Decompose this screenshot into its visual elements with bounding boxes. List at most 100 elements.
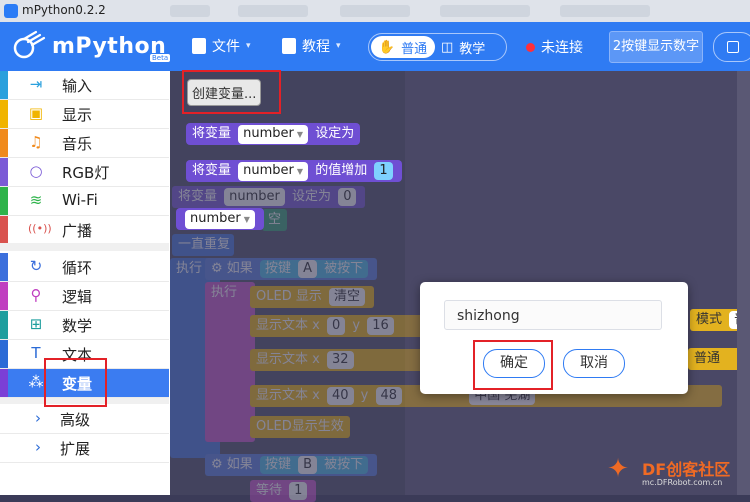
sidebar-item-label: 输入 xyxy=(62,77,93,95)
dfrobot-logo-icon: ✦ xyxy=(607,454,629,484)
wait-block[interactable]: 等待 1 xyxy=(250,480,317,502)
block-text: 等待 xyxy=(256,483,283,498)
clear-dropdown[interactable]: 清空 xyxy=(328,288,365,306)
run-icon xyxy=(727,41,739,53)
sidebar-item-music[interactable]: ♫ 音乐 xyxy=(0,129,169,158)
var-dropdown[interactable]: number xyxy=(224,188,285,206)
button-dropdown[interactable]: B xyxy=(298,456,318,474)
mode-teaching-button[interactable]: ◫ 教学 xyxy=(441,38,485,57)
category-color-bar xyxy=(0,129,8,157)
block-text: OLED显示生效 xyxy=(256,419,344,434)
sidebar-item-label: 循环 xyxy=(62,259,93,277)
category-color-bar xyxy=(0,71,8,99)
sidebar-divider xyxy=(0,243,169,251)
status-dot-icon xyxy=(526,42,535,52)
category-color-bar xyxy=(0,311,8,339)
block-text: 一直重复 xyxy=(178,237,231,252)
sidebar-item-input[interactable]: ⇥ 输入 xyxy=(0,71,169,100)
workspace-set-var-block[interactable]: 将变量 number 设定为 0 xyxy=(172,186,366,208)
block-text: y xyxy=(352,318,361,333)
x-input[interactable]: 40 xyxy=(326,387,354,405)
change-variable-block[interactable]: 将变量 number ▼ 的值增加 1 xyxy=(186,160,402,182)
program-select[interactable]: 2按键显示数字 xyxy=(609,31,703,63)
background-tab xyxy=(238,5,308,17)
workspace-scrollbar[interactable] xyxy=(737,71,750,495)
button-condition[interactable]: 按键 A 被按下 xyxy=(259,260,369,278)
variable-dropdown[interactable]: number ▼ xyxy=(238,162,309,181)
sidebar-item-display[interactable]: ▣ 显示 xyxy=(0,100,169,129)
block-text: 的值增加 xyxy=(315,163,368,178)
oled-effect-block[interactable]: OLED显示生效 xyxy=(250,416,350,438)
background-tab xyxy=(560,5,650,17)
mode-normal-button[interactable]: ✋ 普通 xyxy=(371,36,435,58)
button-condition[interactable]: 按键 B 被按下 xyxy=(259,456,369,474)
block-text: y xyxy=(360,388,369,403)
file-icon xyxy=(192,38,206,54)
category-color-bar xyxy=(0,187,8,215)
gear-icon: ⚙ xyxy=(211,457,223,472)
music-icon: ♫ xyxy=(29,133,43,151)
if-block-a[interactable]: ⚙ 如果 按键 A 被按下 xyxy=(205,258,378,280)
sidebar-item-advanced[interactable]: › 高级 xyxy=(0,405,169,434)
cancel-button[interactable]: 取消 xyxy=(563,349,625,378)
app-toolbar: mPython Beta 文件 ▾ 教程 ▾ ✋ 普通 ◫ 教学 未连接 2按键… xyxy=(0,22,750,71)
math-icon: ⊞ xyxy=(29,315,43,333)
block-text: 显示文本 x xyxy=(256,318,320,333)
empty-value-block[interactable]: 空 xyxy=(262,209,288,231)
category-color-bar xyxy=(0,100,8,128)
var-name: number xyxy=(243,163,294,178)
if-body: 执行 xyxy=(205,282,255,442)
app-icon xyxy=(4,4,18,18)
run-button[interactable] xyxy=(713,32,750,62)
variable-dropdown[interactable]: number ▼ xyxy=(185,210,255,229)
mpython-logo-icon xyxy=(13,30,46,59)
connection-status[interactable]: 未连接 xyxy=(526,37,583,57)
button-dropdown[interactable]: A xyxy=(298,260,318,278)
create-variable-dialog: shizhong 确定 取消 xyxy=(420,282,688,394)
sidebar-item-broadcast[interactable]: ((•)) 广播 xyxy=(0,216,169,245)
file-menu-label: 文件 xyxy=(212,39,240,55)
oled-clear-block[interactable]: OLED 显示 清空 xyxy=(250,286,374,308)
display-icon: ▣ xyxy=(28,104,44,122)
block-text: 将变量 xyxy=(178,189,218,204)
sidebar-item-label: 音乐 xyxy=(62,135,93,153)
sidebar-item-label: 逻辑 xyxy=(62,288,93,306)
number-input[interactable]: 1 xyxy=(374,162,393,180)
block-text: OLED 显示 xyxy=(256,289,322,304)
block-text: 如果 xyxy=(226,261,253,276)
wait-input[interactable]: 1 xyxy=(289,482,308,500)
wifi-icon: ≋ xyxy=(29,191,43,209)
sidebar-item-logic[interactable]: ⚲ 逻辑 xyxy=(0,282,169,311)
sidebar-item-extensions[interactable]: › 扩展 xyxy=(0,434,169,463)
y-input[interactable]: 48 xyxy=(375,387,403,405)
chevron-down-icon: ▼ xyxy=(296,130,304,139)
category-sidebar: ⇥ 输入 ▣ 显示 ♫ 音乐 ○ RGB灯 ≋ Wi-Fi ((•)) 广播 ↻… xyxy=(0,71,171,495)
sidebar-item-rgb[interactable]: ○ RGB灯 xyxy=(0,158,169,187)
x-input[interactable]: 0 xyxy=(326,317,346,335)
mode-toggle[interactable]: ✋ 普通 ◫ 教学 xyxy=(368,33,507,61)
category-color-bar xyxy=(0,216,8,244)
highlight-box xyxy=(44,358,107,407)
tutorial-menu-label: 教程 xyxy=(302,39,330,55)
file-menu[interactable]: 文件 ▾ xyxy=(192,36,251,56)
if-block-b[interactable]: ⚙ 如果 按键 B 被按下 xyxy=(205,454,378,476)
variable-name-input[interactable]: shizhong xyxy=(444,300,662,330)
book-icon: ◫ xyxy=(441,40,454,55)
chevron-down-icon: ▼ xyxy=(243,215,250,224)
sidebar-item-label: 显示 xyxy=(62,106,93,124)
tutorial-menu[interactable]: 教程 ▾ xyxy=(282,36,341,56)
variable-dropdown[interactable]: number ▼ xyxy=(238,125,309,144)
category-color-bar xyxy=(0,340,8,368)
variable-getter-block[interactable]: number ▼ xyxy=(176,208,264,230)
x-input[interactable]: 32 xyxy=(326,351,354,369)
y-input[interactable]: 16 xyxy=(367,317,394,335)
beta-badge: Beta xyxy=(150,54,171,62)
sidebar-item-label: 扩展 xyxy=(60,440,91,458)
number-input[interactable]: 0 xyxy=(338,188,357,206)
forever-block[interactable]: 一直重复 xyxy=(172,234,234,256)
set-variable-block[interactable]: 将变量 number ▼ 设定为 xyxy=(186,123,361,145)
sidebar-item-math[interactable]: ⊞ 数学 xyxy=(0,311,169,340)
sidebar-item-loop[interactable]: ↻ 循环 xyxy=(0,253,169,282)
sidebar-item-wifi[interactable]: ≋ Wi-Fi xyxy=(0,187,169,216)
block-text: 模式 xyxy=(696,312,723,327)
